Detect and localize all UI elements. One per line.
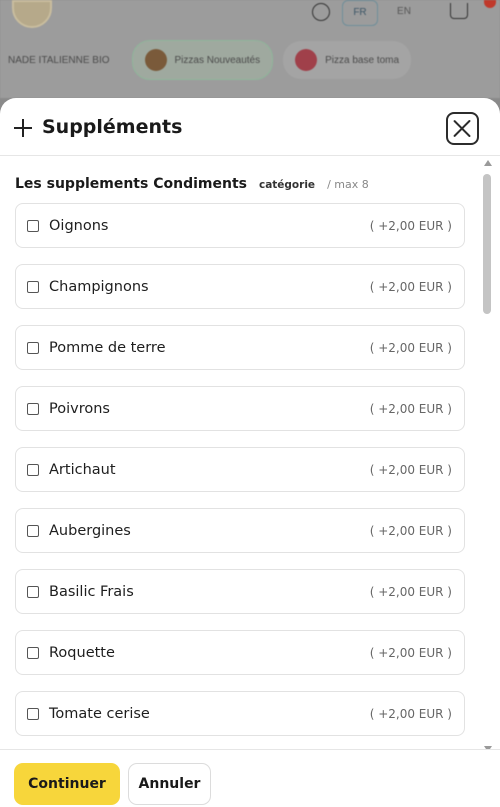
option-item[interactable]: Tomate cerise ( +2,00 EUR ) [15,691,465,736]
close-icon [453,119,472,138]
option-label: Roquette [49,644,115,661]
option-price: ( +2,00 EUR ) [369,584,452,599]
modal-title: Suppléments [42,116,183,138]
plus-icon [14,119,32,137]
option-label: Pomme de terre [49,339,166,356]
category-bar: NADE ITALIENNE BIO Pizzas Nouveautés Piz… [0,38,500,82]
restaurant-logo [12,0,52,28]
category-badge: catégorie [258,179,316,191]
option-label: Basilic Frais [49,583,134,600]
option-item[interactable]: Basilic Frais ( +2,00 EUR ) [15,569,465,614]
option-label: Oignons [49,217,109,234]
checkbox[interactable] [27,463,39,476]
category-item: Pizzas Nouveautés [131,40,274,80]
checkbox[interactable] [27,280,39,293]
continue-button[interactable]: Continuer [14,763,120,805]
option-item[interactable]: Champignons ( +2,00 EUR ) [15,264,465,309]
option-price: ( +2,00 EUR ) [369,645,452,660]
options-list: Oignons ( +2,00 EUR ) Champignons ( +2,0… [15,203,465,749]
option-price: ( +2,00 EUR ) [369,462,452,477]
cart-badge [484,0,496,8]
option-label: Artichaut [49,461,116,478]
modal-footer: Continuer Annuler [0,749,500,807]
checkbox[interactable] [27,585,39,598]
lang-en: EN [397,6,411,17]
option-price: ( +2,00 EUR ) [369,706,452,721]
option-label: Poivrons [49,400,110,417]
globe-icon [312,3,330,21]
option-item[interactable]: Poivrons ( +2,00 EUR ) [15,386,465,431]
option-item[interactable]: Oignons ( +2,00 EUR ) [15,203,465,248]
section-title: Les supplements Condiments [15,176,247,192]
checkbox[interactable] [27,707,39,720]
option-price: ( +2,00 EUR ) [369,401,452,416]
option-price: ( +2,00 EUR ) [369,279,452,294]
category-item: Pizza base toma [283,41,412,79]
option-price: ( +2,00 EUR ) [369,523,452,538]
checkbox[interactable] [27,402,39,415]
section-header: Les supplements Condiments catégorie / m… [15,176,369,192]
option-label: Aubergines [49,522,131,539]
supplements-modal: Suppléments Les supplements Condiments c… [0,98,500,807]
pizza-thumbnail [144,49,167,71]
pizza-thumbnail [295,49,318,71]
option-label: Tomate cerise [49,705,150,722]
option-label: Champignons [49,278,149,295]
option-item[interactable]: Roquette ( +2,00 EUR ) [15,630,465,675]
option-price: ( +2,00 EUR ) [369,218,452,233]
max-selection: / max 8 [327,178,369,191]
option-price: ( +2,00 EUR ) [369,340,452,355]
checkbox[interactable] [27,219,39,232]
option-item[interactable]: Artichaut ( +2,00 EUR ) [15,447,465,492]
scrollbar[interactable] [482,160,492,749]
category-item: NADE ITALIENNE BIO [8,54,110,66]
scroll-thumb[interactable] [483,174,491,314]
close-button[interactable] [446,112,479,145]
modal-header: Suppléments [0,98,500,156]
checkbox[interactable] [27,646,39,659]
option-item[interactable]: Pomme de terre ( +2,00 EUR ) [15,325,465,370]
option-item[interactable]: Aubergines ( +2,00 EUR ) [15,508,465,553]
lang-fr: FR [342,0,378,26]
scroll-up-arrow-icon[interactable] [484,160,492,166]
checkbox[interactable] [27,524,39,537]
cart-icon [450,3,468,19]
background-page: FR EN NADE ITALIENNE BIO Pizzas Nouveaut… [0,0,500,98]
checkbox[interactable] [27,341,39,354]
modal-body[interactable]: Les supplements Condiments catégorie / m… [0,156,500,749]
cancel-button[interactable]: Annuler [128,763,211,805]
